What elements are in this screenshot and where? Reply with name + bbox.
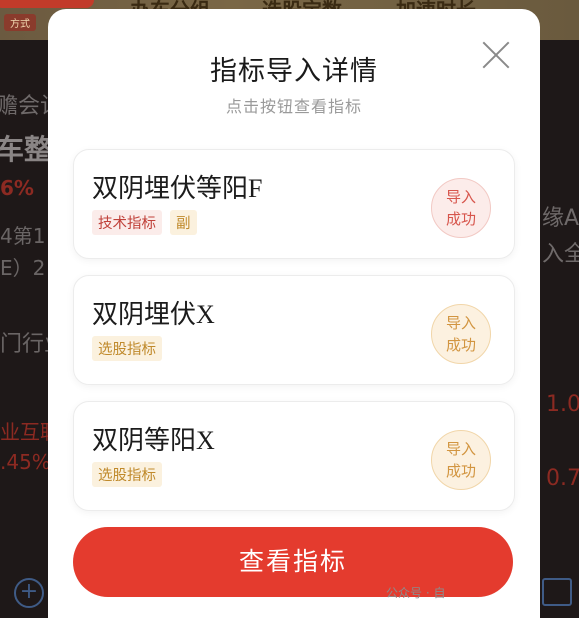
indicator-tags: 技术指标 副 — [92, 210, 197, 235]
banner-pill — [0, 0, 94, 8]
import-success-stamp: 导入 成功 — [431, 178, 491, 238]
indicator-card[interactable]: 双阴等阳X 选股指标 导入 成功 — [73, 401, 515, 511]
stamp-line: 成功 — [445, 462, 476, 480]
bg-text: 6% — [0, 176, 34, 200]
indicator-card[interactable]: 双阴埋伏X 选股指标 导入 成功 — [73, 275, 515, 385]
indicator-type-tag: 选股指标 — [92, 336, 162, 361]
view-indicators-button[interactable]: 查看指标 — [73, 527, 513, 597]
banner-chip: 方式 — [4, 14, 36, 31]
add-icon: + — [14, 578, 44, 608]
stamp-line: 导入 — [445, 188, 476, 206]
indicator-name: 双阴埋伏等阳F — [92, 174, 263, 203]
dialog-subtitle: 点击按钮查看指标 — [225, 97, 362, 116]
bg-text: 0.7 — [546, 466, 579, 491]
close-icon[interactable] — [480, 39, 512, 71]
bg-text: 车整 — [0, 133, 53, 166]
bg-text: E）2 — [0, 256, 46, 280]
bg-text: 4第1 — [0, 224, 46, 248]
panel-icon — [542, 578, 572, 606]
bg-text: 1.0 — [546, 392, 579, 417]
indicator-name: 双阴等阳X — [92, 426, 215, 455]
stamp-line: 导入 — [445, 440, 476, 458]
indicator-card[interactable]: 双阴埋伏等阳F 技术指标 副 导入 成功 — [73, 149, 515, 259]
dialog-title: 指标导入详情 — [210, 56, 378, 87]
bg-text: 缘A — [542, 206, 579, 231]
bg-text: 入全 — [542, 242, 579, 267]
indicator-name: 双阴埋伏X — [92, 300, 215, 329]
stamp-line: 成功 — [445, 336, 476, 354]
watermark: 公众号 · 自 — [386, 586, 446, 600]
import-success-stamp: 导入 成功 — [431, 304, 491, 364]
import-success-stamp: 导入 成功 — [431, 430, 491, 490]
indicator-tags: 选股指标 — [92, 462, 162, 487]
indicator-sub-tag: 副 — [170, 210, 197, 235]
stamp-line: 导入 — [445, 314, 476, 332]
indicator-type-tag: 技术指标 — [92, 210, 162, 235]
stamp-line: 成功 — [445, 210, 476, 228]
import-details-dialog: 指标导入详情 点击按钮查看指标 双阴埋伏等阳F 技术指标 副 导入 成功 双阴埋… — [48, 9, 540, 618]
indicator-type-tag: 选股指标 — [92, 462, 162, 487]
bg-text: .45% — [0, 450, 51, 474]
indicator-tags: 选股指标 — [92, 336, 162, 361]
